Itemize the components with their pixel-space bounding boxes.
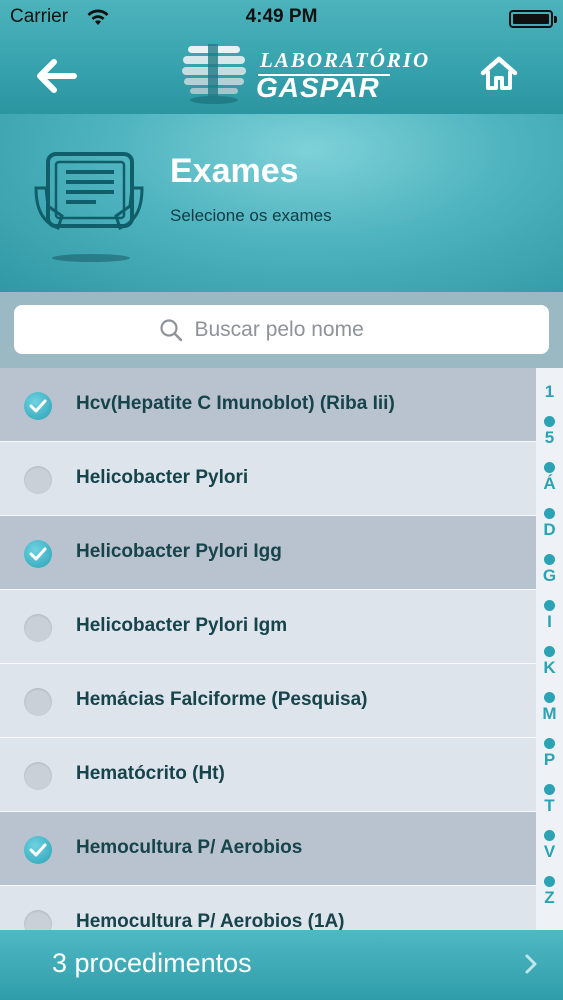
index-letter[interactable]: D (536, 520, 563, 540)
unchecked-circle-icon[interactable] (24, 910, 52, 930)
unchecked-circle-icon[interactable] (24, 466, 52, 494)
back-button[interactable] (36, 56, 80, 96)
checked-circle-icon[interactable] (24, 392, 52, 420)
exam-list: Hcv(Hepatite C Imunoblot) (Riba Iii) Heli… (0, 368, 536, 930)
alphabet-index[interactable]: 1 5 Á D G I K M P T V Z (536, 368, 563, 930)
index-dot[interactable] (544, 692, 555, 703)
battery-icon (509, 10, 557, 28)
exam-row[interactable]: Helicobacter Pylori Igm (0, 590, 536, 664)
exam-name: Hematócrito (Ht) (76, 763, 225, 784)
unchecked-circle-icon[interactable] (24, 688, 52, 716)
icon-shadow (52, 254, 130, 262)
home-icon (480, 56, 518, 90)
exam-name: Hcv(Hepatite C Imunoblot) (Riba Iii) (76, 393, 395, 414)
index-dot[interactable] (544, 462, 555, 473)
logo-line1: LABORATÓRIO (260, 48, 431, 72)
page-title: Exames (170, 152, 299, 190)
search-icon (159, 318, 182, 341)
exam-name: Helicobacter Pylori (76, 467, 249, 488)
procedures-footer-button[interactable]: 3 procedimentos (0, 930, 563, 1000)
index-dot[interactable] (544, 554, 555, 565)
exam-row[interactable]: Hemácias Falciforme (Pesquisa) (0, 664, 536, 738)
index-letter[interactable]: M (536, 704, 563, 724)
index-letter[interactable]: G (536, 566, 563, 586)
index-letter[interactable]: K (536, 658, 563, 678)
checkmark-icon (29, 843, 47, 857)
laboratorio-gaspar-logo: LABORATÓRIO GASPAR (180, 42, 428, 106)
checked-circle-icon[interactable] (24, 836, 52, 864)
index-dot[interactable] (544, 600, 555, 611)
tablet-hands-icon (34, 152, 144, 230)
index-dot[interactable] (544, 508, 555, 519)
exam-row[interactable]: Hcv(Hepatite C Imunoblot) (Riba Iii) (0, 368, 536, 442)
checkmark-icon (29, 399, 47, 413)
exam-row[interactable]: Helicobacter Pylori (0, 442, 536, 516)
status-time: 4:49 PM (245, 6, 318, 27)
status-bar: Carrier 4:49 PM (0, 6, 563, 32)
globe-logo-icon (182, 44, 246, 104)
exam-name: Hemácias Falciforme (Pesquisa) (76, 689, 368, 710)
exam-name: Helicobacter Pylori Igm (76, 615, 288, 636)
home-button[interactable] (479, 54, 519, 94)
exam-row[interactable]: Hematócrito (Ht) (0, 738, 536, 812)
exam-row[interactable]: Hemocultura P/ Aerobios (1A) (0, 886, 536, 930)
index-letter[interactable]: Z (536, 888, 563, 908)
index-letter[interactable]: T (536, 796, 563, 816)
exam-row[interactable]: Helicobacter Pylori Igg (0, 516, 536, 590)
search-box[interactable] (14, 305, 549, 354)
index-letter[interactable]: V (536, 842, 563, 862)
checked-circle-icon[interactable] (24, 540, 52, 568)
checkmark-icon (29, 547, 47, 561)
index-letter[interactable]: 1 (536, 382, 563, 402)
search-input[interactable] (194, 317, 405, 342)
index-dot[interactable] (544, 738, 555, 749)
top-bar: Carrier 4:49 PM LABORATÓRIO GASPAR (0, 0, 563, 114)
index-dot[interactable] (544, 876, 555, 887)
index-letter[interactable]: I (536, 612, 563, 632)
search-area (0, 292, 563, 368)
procedures-count: 3 procedimentos (52, 948, 252, 978)
exam-name: Hemocultura P/ Aerobios (1A) (76, 911, 345, 930)
index-letter[interactable]: 5 (536, 428, 563, 448)
index-dot[interactable] (544, 830, 555, 841)
index-dot[interactable] (544, 416, 555, 427)
logo-line2: GASPAR (256, 72, 380, 103)
exam-name: Helicobacter Pylori Igg (76, 541, 282, 562)
header-banner: Exames Selecione os exames (0, 114, 563, 292)
chevron-right-icon (525, 954, 537, 974)
unchecked-circle-icon[interactable] (24, 614, 52, 642)
index-dot[interactable] (544, 784, 555, 795)
unchecked-circle-icon[interactable] (24, 762, 52, 790)
index-letter[interactable]: P (536, 750, 563, 770)
arrow-left-icon (37, 59, 77, 93)
index-letter[interactable]: Á (536, 474, 563, 494)
page-subtitle: Selecione os exames (170, 206, 332, 225)
exam-row[interactable]: Hemocultura P/ Aerobios (0, 812, 536, 886)
exam-name: Hemocultura P/ Aerobios (76, 837, 303, 858)
index-dot[interactable] (544, 646, 555, 657)
